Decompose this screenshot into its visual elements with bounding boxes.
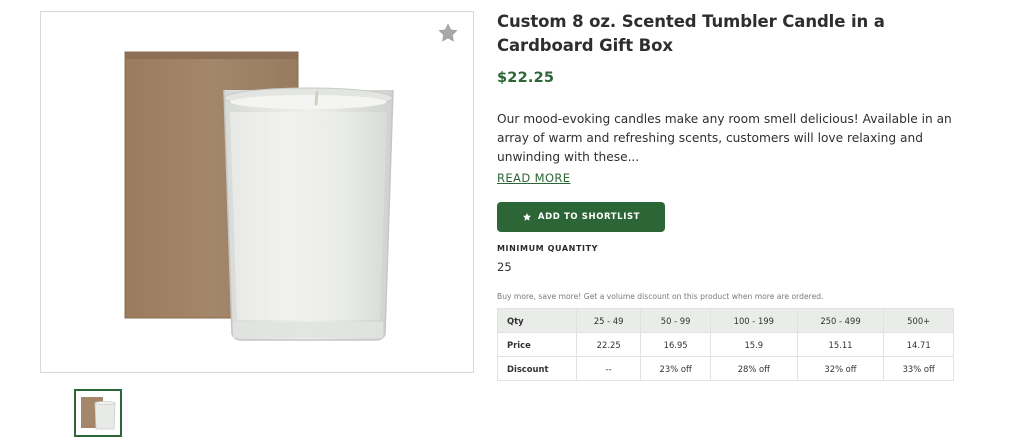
thumbnail-candle-icon — [81, 397, 116, 430]
add-to-shortlist-button[interactable]: ADD TO SHORTLIST — [497, 202, 665, 232]
qty-tier: 50 - 99 — [640, 308, 711, 333]
favorite-star-icon[interactable] — [437, 22, 459, 44]
add-to-shortlist-label: ADD TO SHORTLIST — [537, 212, 641, 222]
price-cell: 16.95 — [640, 332, 711, 357]
qty-tier: 25 - 49 — [575, 308, 642, 333]
product-image-panel — [40, 11, 474, 373]
price-cell: 14.71 — [883, 332, 954, 357]
price-row-label: Price — [497, 332, 577, 357]
pricing-header-row: Qty 25 - 49 50 - 99 100 - 199 250 - 499 … — [497, 308, 954, 333]
read-more-link[interactable]: READ MORE — [497, 171, 570, 185]
price-cell: 15.11 — [796, 332, 885, 357]
discount-cell: 23% off — [640, 356, 711, 381]
discount-cell: 33% off — [883, 356, 954, 381]
discount-cell: 32% off — [796, 356, 885, 381]
qty-tier: 500+ — [883, 308, 954, 333]
product-title: Custom 8 oz. Scented Tumbler Candle in a… — [497, 12, 885, 55]
thumbnail-image[interactable] — [74, 389, 122, 437]
product-description: Our mood-evoking candles make any room s… — [497, 110, 957, 167]
product-details: Custom 8 oz. Scented Tumbler Candle in a… — [497, 10, 957, 381]
qty-tier: 250 - 499 — [796, 308, 885, 333]
minimum-quantity-value: 25 — [497, 260, 512, 274]
discount-cell: 28% off — [709, 356, 798, 381]
discount-row: Discount -- 23% off 28% off 32% off 33% … — [497, 356, 954, 381]
star-icon — [522, 213, 531, 221]
pricing-table: Qty 25 - 49 50 - 99 100 - 199 250 - 499 … — [497, 308, 954, 381]
discount-cell: -- — [575, 356, 642, 381]
price-cell: 15.9 — [709, 332, 798, 357]
minimum-quantity-label: MINIMUM QUANTITY — [497, 244, 599, 253]
candle-product-image — [124, 51, 394, 341]
price-row: Price 22.25 16.95 15.9 15.11 14.71 — [497, 332, 954, 357]
discount-row-label: Discount — [497, 356, 577, 381]
qty-header: Qty — [497, 308, 577, 333]
volume-discount-note: Buy more, save more! Get a volume discou… — [497, 292, 824, 301]
product-price: $22.25 — [497, 70, 555, 86]
price-cell: 22.25 — [575, 332, 642, 357]
qty-tier: 100 - 199 — [709, 308, 798, 333]
description-text: Our mood-evoking candles make any room s… — [497, 112, 952, 164]
